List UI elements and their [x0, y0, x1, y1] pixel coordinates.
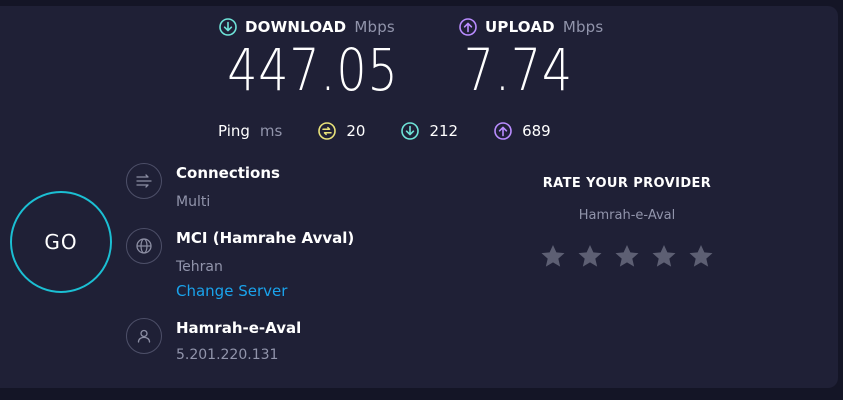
upload-value: 7.74 — [463, 36, 573, 104]
user-icon — [126, 318, 162, 354]
server-location: Tehran — [176, 259, 223, 275]
upload-arrow-icon — [459, 18, 477, 36]
rate-provider-name: Hamrah-e-Aval — [578, 208, 676, 223]
globe-icon — [126, 228, 162, 264]
ping-unit: ms — [259, 122, 283, 140]
rate-provider-section: RATE YOUR PROVIDER Hamrah-e-Aval — [520, 176, 734, 269]
download-unit: Mbps — [354, 18, 395, 36]
star-icon[interactable] — [688, 243, 714, 269]
isp-name: Hamrah-e-Aval — [176, 319, 302, 337]
star-icon[interactable] — [651, 243, 677, 269]
connections-icon[interactable] — [126, 163, 162, 199]
ping-row: Ping ms 20 212 689 — [218, 122, 587, 140]
ping-idle: 20 — [318, 122, 365, 140]
download-label: DOWNLOAD — [245, 18, 347, 36]
download-arrow-icon — [219, 18, 237, 36]
star-rating — [520, 243, 734, 269]
download-metric: DOWNLOAD Mbps 447.05 — [219, 18, 409, 100]
ping-idle-value: 20 — [346, 122, 366, 140]
connections-value: Multi — [176, 194, 211, 210]
upload-unit: Mbps — [562, 18, 604, 36]
change-server-link[interactable]: Change Server — [176, 282, 354, 300]
upload-arrow-icon — [494, 122, 512, 140]
ping-upload: 689 — [494, 122, 551, 140]
server-row: MCI (Hamrahe Avval) Tehran Change Server — [126, 228, 354, 300]
ping-download-value: 212 — [429, 122, 459, 140]
rate-title: RATE YOUR PROVIDER — [542, 176, 712, 191]
download-value: 447.05 — [227, 36, 399, 104]
upload-label: UPLOAD — [485, 18, 555, 36]
ping-download: 212 — [401, 122, 458, 140]
ping-icon — [318, 122, 337, 140]
go-button[interactable]: GO — [10, 191, 112, 293]
connections-row: Connections Multi — [126, 163, 280, 212]
isp-ip: 5.201.220.131 — [176, 347, 279, 363]
star-icon[interactable] — [540, 243, 566, 269]
star-icon[interactable] — [614, 243, 640, 269]
star-icon[interactable] — [577, 243, 603, 269]
download-arrow-icon — [401, 122, 420, 140]
isp-row: Hamrah-e-Aval 5.201.220.131 — [126, 318, 301, 365]
ping-upload-value: 689 — [522, 122, 551, 140]
upload-metric: UPLOAD Mbps 7.74 — [459, 18, 629, 100]
server-name: MCI (Hamrahe Avval) — [176, 229, 355, 247]
connections-title: Connections — [176, 164, 280, 182]
ping-label: Ping — [218, 122, 250, 140]
